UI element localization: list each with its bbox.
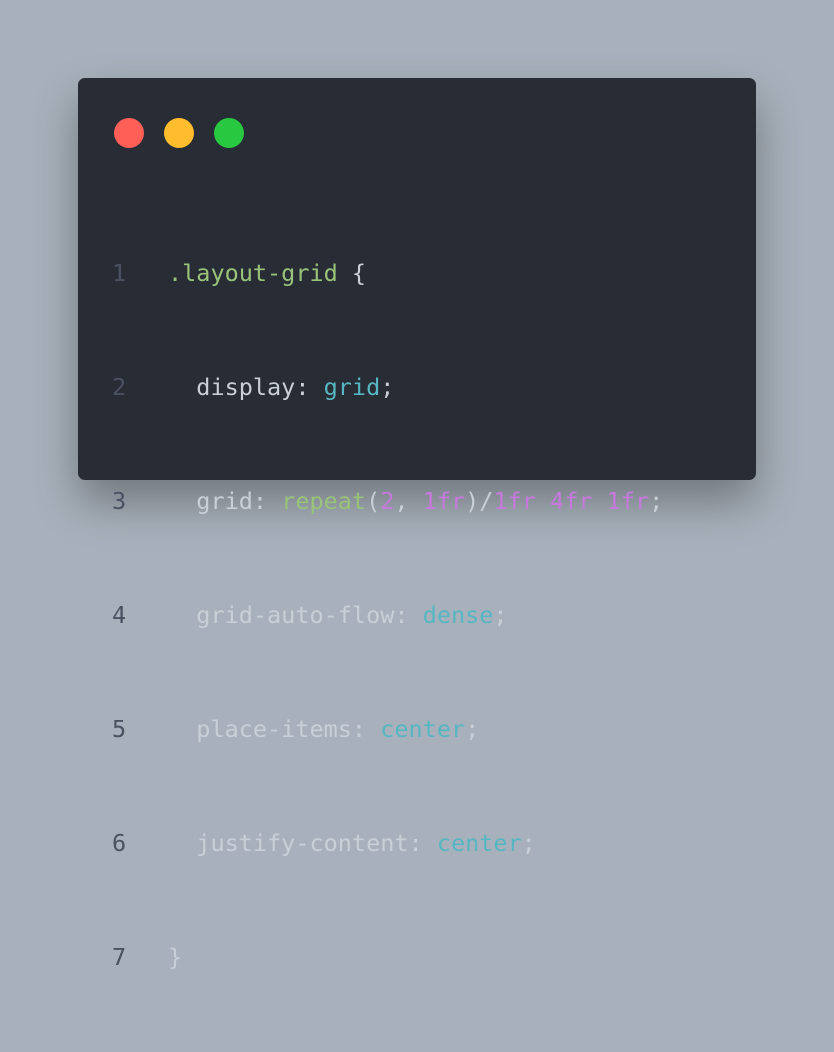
- line-number: 3: [112, 487, 127, 515]
- paren-open: (: [366, 487, 381, 515]
- line-number: 6: [112, 829, 127, 857]
- close-dot-icon[interactable]: [114, 118, 144, 148]
- line-number: 2: [112, 373, 127, 401]
- semicolon: ;: [521, 829, 536, 857]
- line-number: 7: [112, 943, 127, 971]
- open-brace: {: [337, 259, 367, 287]
- code-block: 1 .layout-grid { 2 display: grid; 3 grid…: [112, 178, 663, 1052]
- code-line: 3 grid: repeat(2, 1fr)/1fr 4fr 1fr;: [112, 482, 663, 520]
- css-value: dense: [422, 601, 494, 629]
- css-number: 4fr: [550, 487, 593, 515]
- minimize-dot-icon[interactable]: [164, 118, 194, 148]
- css-property: grid:: [168, 487, 282, 515]
- code-window: 1 .layout-grid { 2 display: grid; 3 grid…: [78, 78, 756, 971]
- paren-close-slash: )/: [465, 487, 494, 515]
- code-line: 5 place-items: center;: [112, 710, 663, 748]
- window-controls: [114, 118, 244, 148]
- code-line: 4 grid-auto-flow: dense;: [112, 596, 663, 634]
- line-number: 1: [112, 259, 127, 287]
- semicolon: ;: [465, 715, 480, 743]
- close-brace: }: [168, 943, 183, 971]
- css-number: 1fr: [422, 487, 466, 515]
- semicolon: ;: [493, 601, 508, 629]
- css-number: 2: [380, 487, 395, 515]
- code-line: 6 justify-content: center;: [112, 824, 663, 862]
- line-number: 5: [112, 715, 127, 743]
- css-property: grid-auto-flow:: [168, 601, 423, 629]
- css-number: 1fr: [606, 487, 650, 515]
- css-value: center: [436, 829, 522, 857]
- css-property: place-items:: [168, 715, 381, 743]
- comma: ,: [394, 487, 423, 515]
- line-number: 4: [112, 601, 127, 629]
- css-property: display:: [168, 373, 324, 401]
- css-value: grid: [323, 373, 381, 401]
- css-function: repeat: [281, 487, 367, 515]
- maximize-dot-icon[interactable]: [214, 118, 244, 148]
- css-value: center: [380, 715, 466, 743]
- css-number: 1fr: [493, 487, 536, 515]
- code-line: 7 }: [112, 938, 663, 976]
- css-property: justify-content:: [168, 829, 437, 857]
- css-selector: .layout-grid: [168, 259, 338, 287]
- code-line: 2 display: grid;: [112, 368, 663, 406]
- code-line: 1 .layout-grid {: [112, 254, 663, 292]
- semicolon: ;: [380, 373, 395, 401]
- semicolon: ;: [649, 487, 664, 515]
